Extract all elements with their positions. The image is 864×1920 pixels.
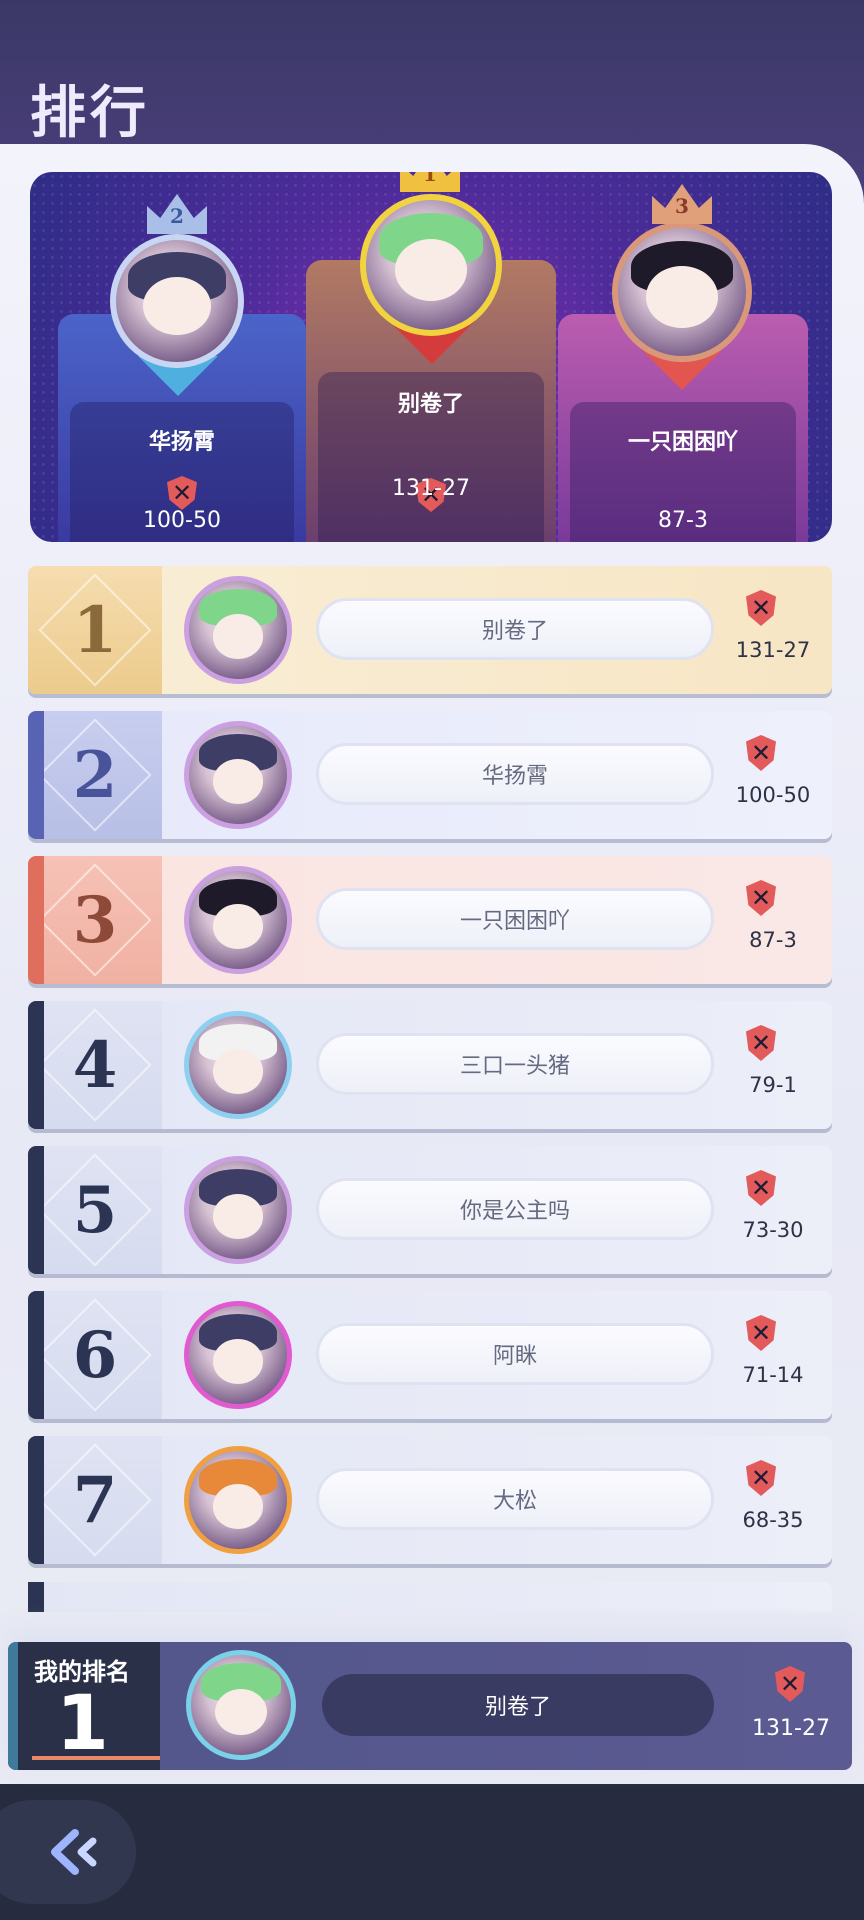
player-score: 79-1: [749, 1073, 797, 1097]
podium-name-2: 华扬霄: [148, 429, 215, 455]
player-name: 一只困困吖: [316, 888, 714, 950]
my-avatar[interactable]: [186, 1650, 296, 1760]
avatar[interactable]: [184, 866, 292, 974]
player-name: 华扬霄: [316, 743, 714, 805]
player-score: 71-14: [742, 1363, 804, 1387]
podium-name-3: 一只困困吖: [627, 429, 738, 455]
podium: 2 1 3 华扬霄 别卷了 一只困困吖 ✕ ✕ ✕ 100-50 131-27 …: [30, 172, 832, 542]
leaderboard-row-peek[interactable]: [28, 1582, 832, 1612]
avatar[interactable]: [184, 721, 292, 829]
rank-badge: 7: [28, 1436, 162, 1564]
player-name: 阿眯: [316, 1323, 714, 1385]
avatar[interactable]: [184, 576, 292, 684]
player-score: 73-30: [742, 1218, 804, 1242]
crown-icon: 2: [147, 194, 207, 234]
podium-avatar-1[interactable]: [360, 194, 502, 336]
avatar[interactable]: [184, 1011, 292, 1119]
leaderboard-row-5[interactable]: 5 你是公主吗 ✕ 73-30: [28, 1146, 832, 1274]
my-rank-badge: 我的排名 1: [8, 1642, 160, 1770]
my-rank-bar[interactable]: 我的排名 1 别卷了 ✕ 131-27: [8, 1642, 852, 1770]
crossed-swords-shield-icon: ✕: [746, 590, 776, 626]
player-score: 87-3: [749, 928, 797, 952]
player-score: 68-35: [742, 1508, 804, 1532]
rank-badge: 1: [28, 566, 162, 694]
avatar[interactable]: [184, 1301, 292, 1409]
leaderboard-row-1[interactable]: 1 别卷了 ✕ 131-27: [28, 566, 832, 694]
player-name: 三口一头猪: [316, 1033, 714, 1095]
crossed-swords-shield-icon: ✕: [746, 735, 776, 771]
back-arrow-icon: [51, 1829, 97, 1875]
leaderboard-row-3[interactable]: 3 一只困困吖 ✕ 87-3: [28, 856, 832, 984]
back-button[interactable]: [0, 1800, 136, 1904]
rank-badge: 3: [28, 856, 162, 984]
crown-icon: 3: [652, 184, 712, 224]
leaderboard-row-7[interactable]: 7 大松 ✕ 68-35: [28, 1436, 832, 1564]
avatar[interactable]: [184, 1156, 292, 1264]
page-title: 排行: [30, 80, 150, 146]
player-name: 大松: [316, 1468, 714, 1530]
podium-score-2: 100-50: [143, 508, 221, 533]
rank-badge: 6: [28, 1291, 162, 1419]
rank-badge: 4: [28, 1001, 162, 1129]
podium-avatar-3[interactable]: [612, 222, 752, 362]
player-score: 131-27: [735, 638, 811, 662]
my-name: 别卷了: [322, 1674, 714, 1736]
crown-icon: 1: [400, 172, 460, 192]
avatar[interactable]: [184, 1446, 292, 1554]
podium-score-3: 87-3: [658, 508, 708, 533]
rank-badge: 2: [28, 711, 162, 839]
leaderboard-row-6[interactable]: 6 阿眯 ✕ 71-14: [28, 1291, 832, 1419]
player-name: 别卷了: [316, 598, 714, 660]
leaderboard-row-4[interactable]: 4 三口一头猪 ✕ 79-1: [28, 1001, 832, 1129]
crossed-swords-shield-icon: ✕: [746, 1460, 776, 1496]
podium-avatar-2[interactable]: [110, 234, 244, 368]
podium-name-1: 别卷了: [397, 391, 464, 417]
rank-badge: 5: [28, 1146, 162, 1274]
crossed-swords-shield-icon: ✕: [746, 1315, 776, 1351]
crossed-swords-shield-icon: ✕: [746, 1170, 776, 1206]
crossed-swords-shield-icon: ✕: [746, 1025, 776, 1061]
crossed-swords-shield-icon: ✕: [167, 476, 197, 510]
crossed-swords-shield-icon: ✕: [746, 880, 776, 916]
crossed-swords-shield-icon: ✕: [775, 1666, 805, 1702]
player-score: 100-50: [735, 783, 811, 807]
my-rank-number: 1: [56, 1678, 109, 1767]
podium-score-1: 131-27: [392, 476, 470, 501]
leaderboard-row-2[interactable]: 2 华扬霄 ✕ 100-50: [28, 711, 832, 839]
my-score: 131-27: [752, 1716, 830, 1741]
player-name: 你是公主吗: [316, 1178, 714, 1240]
